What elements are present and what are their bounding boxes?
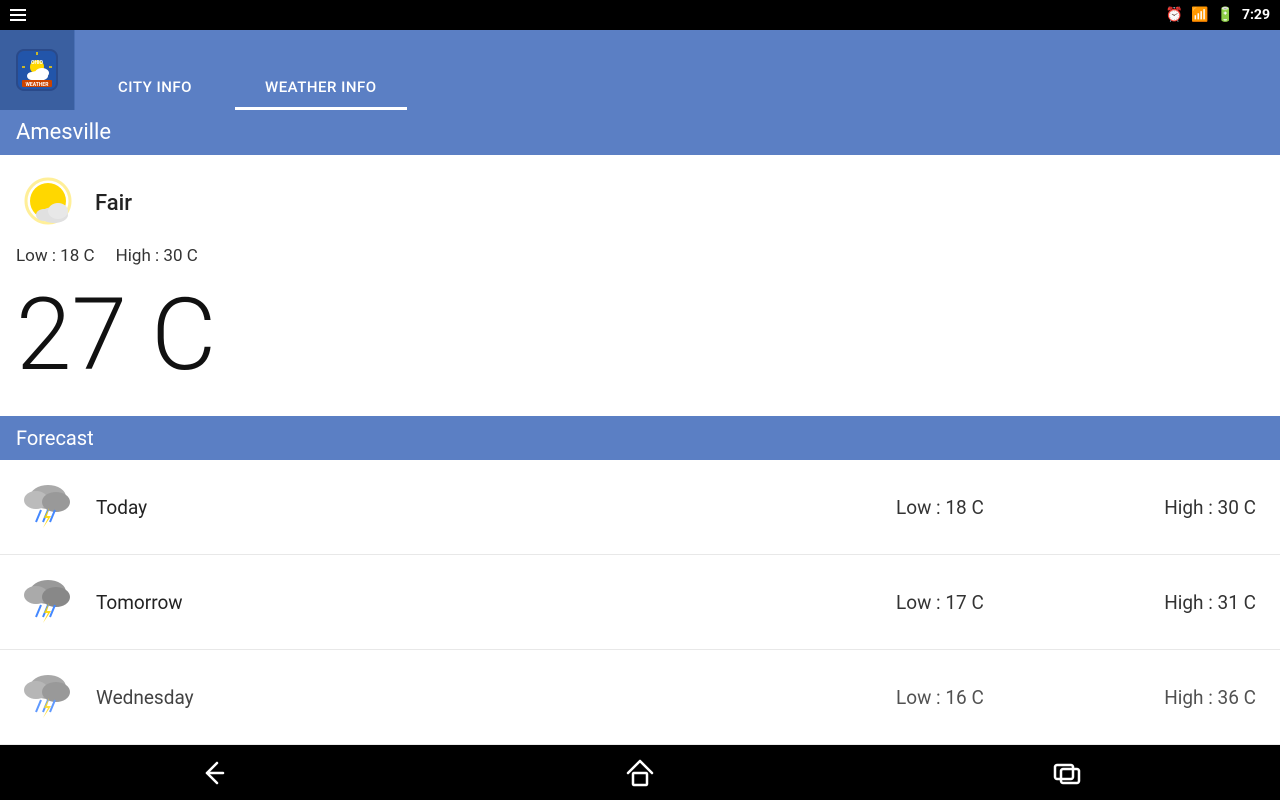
ohio-weather-logo-svg: OHIO WEATHER [18,51,56,89]
tab-weather-info-label: WEATHER INFO [265,78,377,96]
condition-label: Fair [95,191,132,216]
tab-city-info-label: CITY INFO [118,78,192,96]
storm-icon-tomorrow [16,567,81,632]
forecast-low-today: Low : 18 C [896,496,1076,519]
tab-weather-info[interactable]: WEATHER INFO [235,30,407,110]
forecast-low-wednesday: Low : 16 C [896,686,1076,709]
forecast-icon-today [16,472,86,542]
status-bar-left [10,9,26,21]
nav-tabs: CITY INFO WEATHER INFO [75,30,407,110]
storm-icon-today [16,472,81,537]
forecast-high-tomorrow: High : 31 C [1076,591,1256,614]
status-bar: ⏰ 📶 🔋 7:29 [0,0,1280,30]
svg-text:WEATHER: WEATHER [26,82,50,88]
forecast-bar: Forecast [0,416,1280,460]
status-bar-right: ⏰ 📶 🔋 7:29 [1166,7,1270,23]
forecast-item-wednesday: Wednesday Low : 16 C High : 36 C [0,650,1280,745]
weather-condition-row: Fair [16,171,1264,236]
temp-high: High : 30 C [116,246,198,266]
forecast-icon-wednesday [16,662,86,732]
svg-text:OHIO: OHIO [31,60,43,66]
forecast-high-wednesday: High : 36 C [1076,686,1256,709]
home-button[interactable] [600,753,680,793]
tab-city-info-indicator [75,107,235,110]
recents-icon [1051,757,1083,789]
forecast-day-tomorrow: Tomorrow [96,591,896,614]
city-bar: Amesville [0,110,1280,155]
storm-icon-wednesday [16,662,81,727]
recents-button[interactable] [1027,753,1107,793]
forecast-day-today: Today [96,496,896,519]
logo-icon: OHIO WEATHER [16,49,58,91]
nav-bar: OHIO WEATHER CITY INFO WEATHER INFO [0,30,1280,110]
forecast-high-today: High : 30 C [1076,496,1256,519]
forecast-list: Today Low : 18 C High : 30 C Tomorrow Lo… [0,460,1280,745]
forecast-title: Forecast [16,426,94,450]
forecast-item-tomorrow: Tomorrow Low : 17 C High : 31 C [0,555,1280,650]
weather-main: Fair Low : 18 C High : 30 C 27 C [0,155,1280,416]
back-button[interactable] [173,753,253,793]
back-icon [197,757,229,789]
forecast-low-tomorrow: Low : 17 C [896,591,1076,614]
tab-weather-info-indicator [235,107,407,110]
weather-icon-main [16,171,81,236]
home-icon [624,757,656,789]
city-name: Amesville [16,120,111,145]
clock-time: 7:29 [1242,7,1270,23]
fair-weather-icon [16,171,81,236]
forecast-icon-tomorrow [16,567,86,637]
forecast-day-wednesday: Wednesday [96,686,896,709]
temp-low: Low : 18 C [16,246,95,266]
battery-icon: 🔋 [1217,7,1234,23]
current-temp: 27 C [16,286,1264,386]
forecast-item-today: Today Low : 18 C High : 30 C [0,460,1280,555]
bottom-bar [0,745,1280,800]
temp-range: Low : 18 C High : 30 C [16,246,1264,266]
menu-icon [10,9,26,21]
alarm-icon: ⏰ [1166,7,1183,23]
tab-city-info[interactable]: CITY INFO [75,30,235,110]
app-logo: OHIO WEATHER [0,30,75,110]
wifi-icon: 📶 [1191,7,1208,23]
